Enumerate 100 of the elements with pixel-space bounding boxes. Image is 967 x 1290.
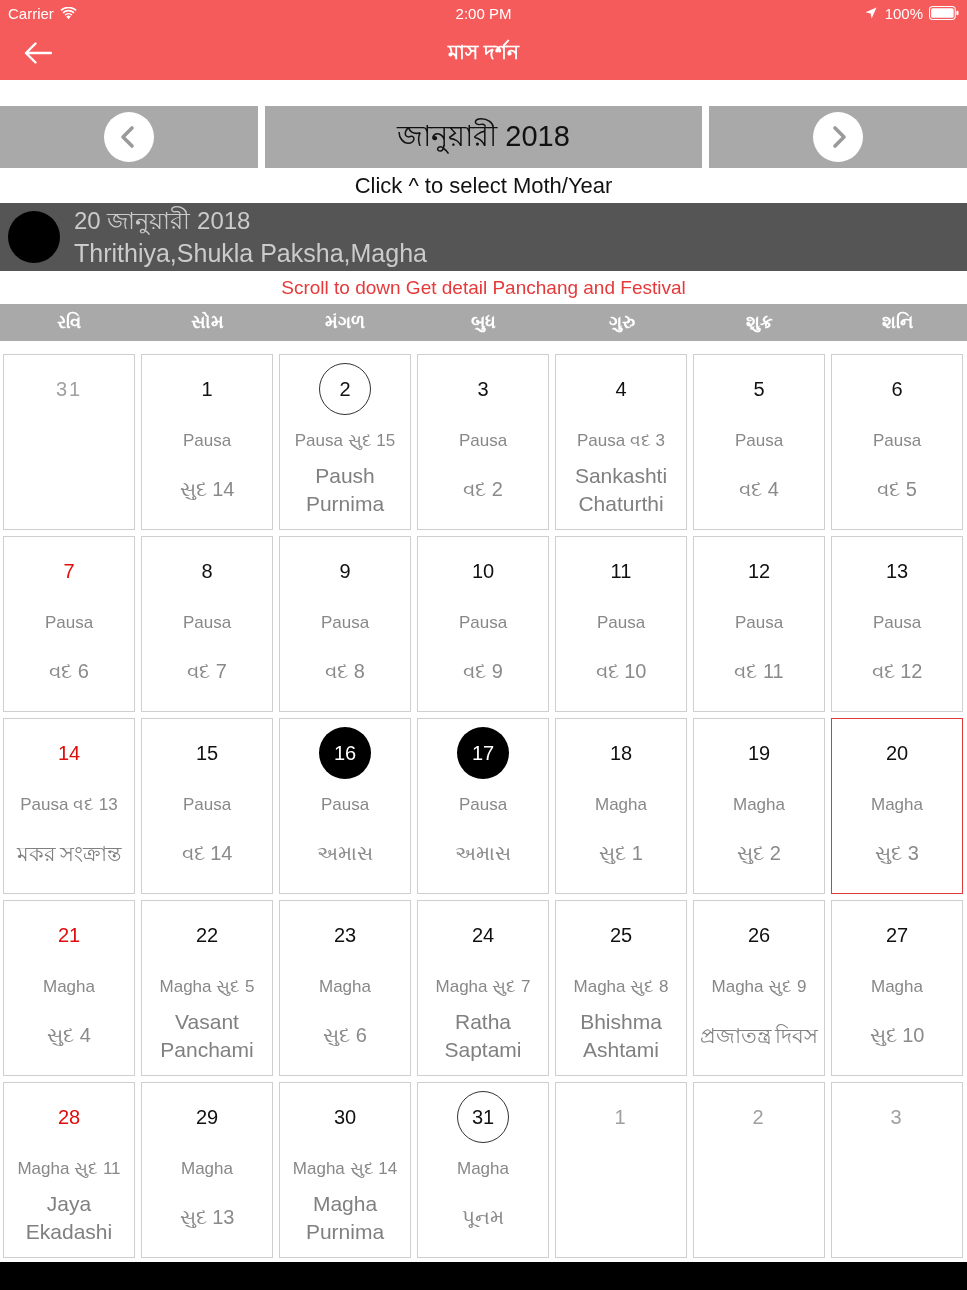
day-number: 29 xyxy=(195,1107,219,1127)
day-cell[interactable]: 19 Magha સુદ 2 xyxy=(693,718,825,894)
day-cell[interactable]: 7 Pausa વદ 6 xyxy=(3,536,135,712)
festival-label: Vasant Panchami xyxy=(159,1008,255,1063)
festival-label: প্রজাতন্ত্র দিবস xyxy=(699,1022,819,1049)
day-cell[interactable]: 27 Magha સુદ 10 xyxy=(831,900,963,1076)
day-number: 25 xyxy=(609,925,633,945)
day-cell[interactable]: 10 Pausa વદ 9 xyxy=(417,536,549,712)
day-cell[interactable]: 20 Magha સુદ 3 xyxy=(831,718,963,894)
lunar-month-label: Magha xyxy=(457,1158,509,1180)
day-cell[interactable]: 12 Pausa વદ 11 xyxy=(693,536,825,712)
day-number: 22 xyxy=(195,925,219,945)
moon-phase-icon xyxy=(8,211,60,263)
weekday-label: રવિ xyxy=(56,312,83,333)
day-number: 26 xyxy=(747,925,771,945)
festival-label: Ratha Saptami xyxy=(443,1008,523,1063)
day-cell[interactable]: 24 Magha સુદ 7 Ratha Saptami xyxy=(417,900,549,1076)
tithi-label: સુદ 14 xyxy=(179,478,235,501)
day-cell[interactable]: 29 Magha સુદ 13 xyxy=(141,1082,273,1258)
lunar-month-label: Pausa xyxy=(320,612,370,634)
chevron-left-icon xyxy=(104,112,154,162)
day-number: 24 xyxy=(471,925,495,945)
day-cell[interactable]: 15 Pausa વદ 14 xyxy=(141,718,273,894)
lunar-month-label: Magha xyxy=(733,794,785,816)
weekday-label: શનિ xyxy=(881,312,915,333)
day-cell[interactable]: 5 Pausa વદ 4 xyxy=(693,354,825,530)
day-cell[interactable]: 1 Pausa સુદ 14 xyxy=(141,354,273,530)
day-cell[interactable]: 2 Pausa સુદ 15 Paush Purnima xyxy=(279,354,411,530)
day-cell[interactable]: 18 Magha સુદ 1 xyxy=(555,718,687,894)
lunar-month-label: Magha xyxy=(319,976,371,998)
day-number: 15 xyxy=(195,743,219,763)
day-cell[interactable]: 8 Pausa વદ 7 xyxy=(141,536,273,712)
tithi-label: વદ 4 xyxy=(739,478,779,501)
day-cell[interactable]: 16 Pausa અમાસ xyxy=(279,718,411,894)
day-cell[interactable]: 30 Magha સુદ 14 Magha Purnima xyxy=(279,1082,411,1258)
day-number: 17 xyxy=(457,727,509,779)
day-cell[interactable]: 31 Magha પૂનમ xyxy=(417,1082,549,1258)
day-number: 28 xyxy=(57,1107,81,1127)
tithi-label: વદ 9 xyxy=(463,660,503,683)
scroll-hint: Scroll to down Get detail Panchang and Festival xyxy=(281,276,686,299)
weekday-label: ગુરુ xyxy=(607,312,636,333)
day-number: 30 xyxy=(333,1107,357,1127)
day-cell[interactable]: 11 Pausa વદ 10 xyxy=(555,536,687,712)
status-time: 2:00 PM xyxy=(455,4,512,22)
panchang-details: Thrithiya,Shukla Paksha,Magha xyxy=(74,238,427,269)
battery-percent: 100% xyxy=(884,4,923,22)
day-cell[interactable]: 9 Pausa વદ 8 xyxy=(279,536,411,712)
day-cell[interactable]: 17 Pausa અમાસ xyxy=(417,718,549,894)
day-cell[interactable]: 4 Pausa વદ 3 Sankashti Chaturthi xyxy=(555,354,687,530)
lunar-month-label: Pausa xyxy=(458,430,508,452)
lunar-month-label: Magha xyxy=(871,794,923,816)
tithi-label: સુદ 6 xyxy=(323,1024,367,1047)
tithi-label: વદ 10 xyxy=(595,660,647,683)
day-cell[interactable]: 23 Magha સુદ 6 xyxy=(279,900,411,1076)
day-number: 13 xyxy=(885,561,909,581)
month-year-selector[interactable]: জানুয়ারী 2018 xyxy=(265,106,702,168)
lunar-month-label: Magha સુદ 14 xyxy=(292,1158,398,1180)
day-cell[interactable]: 14 Pausa વદ 13 মকর সংক্রান্ত xyxy=(3,718,135,894)
day-number: 23 xyxy=(333,925,357,945)
tithi-label: વદ 8 xyxy=(325,660,365,683)
lunar-month-label: Pausa xyxy=(458,612,508,634)
tithi-label: સુદ 2 xyxy=(737,842,781,865)
day-number: 14 xyxy=(57,743,81,763)
day-number: 11 xyxy=(610,561,632,581)
day-number: 18 xyxy=(609,743,633,763)
lunar-month-label: Pausa xyxy=(734,430,784,452)
lunar-month-label: Magha xyxy=(871,976,923,998)
day-cell[interactable]: 28 Magha સુદ 11 Jaya Ekadashi xyxy=(3,1082,135,1258)
tithi-label: વદ 14 xyxy=(181,842,233,865)
tithi-label: સુદ 4 xyxy=(47,1024,91,1047)
lunar-month-label: Pausa xyxy=(182,794,232,816)
tithi-label: સુદ 13 xyxy=(179,1206,235,1229)
lunar-month-label: Pausa સુદ 15 xyxy=(294,430,396,452)
day-cell[interactable]: 26 Magha સુદ 9 প্রজাতন্ত্র দিবস xyxy=(693,900,825,1076)
festival-label: Bhishma Ashtami xyxy=(579,1008,663,1063)
day-cell[interactable]: 21 Magha સુદ 4 xyxy=(3,900,135,1076)
lunar-month-label: Pausa xyxy=(320,794,370,816)
tithi-label: વદ 11 xyxy=(734,660,784,683)
lunar-month-label: Pausa xyxy=(182,430,232,452)
previous-month-button[interactable] xyxy=(0,106,258,168)
day-number: 9 xyxy=(339,561,351,581)
day-number: 3 xyxy=(477,379,489,399)
next-month-button[interactable] xyxy=(709,106,967,168)
day-cell[interactable]: 6 Pausa વદ 5 xyxy=(831,354,963,530)
day-cell[interactable]: 13 Pausa વદ 12 xyxy=(831,536,963,712)
back-button[interactable] xyxy=(22,40,54,66)
day-number: 20 xyxy=(885,743,909,763)
tithi-label: વદ 7 xyxy=(187,660,227,683)
day-cell[interactable]: 25 Magha સુદ 8 Bhishma Ashtami xyxy=(555,900,687,1076)
festival-label: Sankashti Chaturthi xyxy=(573,462,669,517)
weekday-label: મંગળ xyxy=(324,312,367,333)
tithi-label: અમાસ xyxy=(455,842,511,865)
day-number: 21 xyxy=(57,925,81,945)
lunar-month-label: Pausa xyxy=(596,612,646,634)
day-cell[interactable]: 3 Pausa વદ 2 xyxy=(417,354,549,530)
tithi-label: વદ 2 xyxy=(463,478,503,501)
tithi-label: પૂનમ xyxy=(462,1206,504,1229)
festival-label: Magha Purnima xyxy=(304,1190,386,1245)
day-cell[interactable]: 22 Magha સુદ 5 Vasant Panchami xyxy=(141,900,273,1076)
lunar-month-label: Pausa વદ 13 xyxy=(20,794,118,816)
